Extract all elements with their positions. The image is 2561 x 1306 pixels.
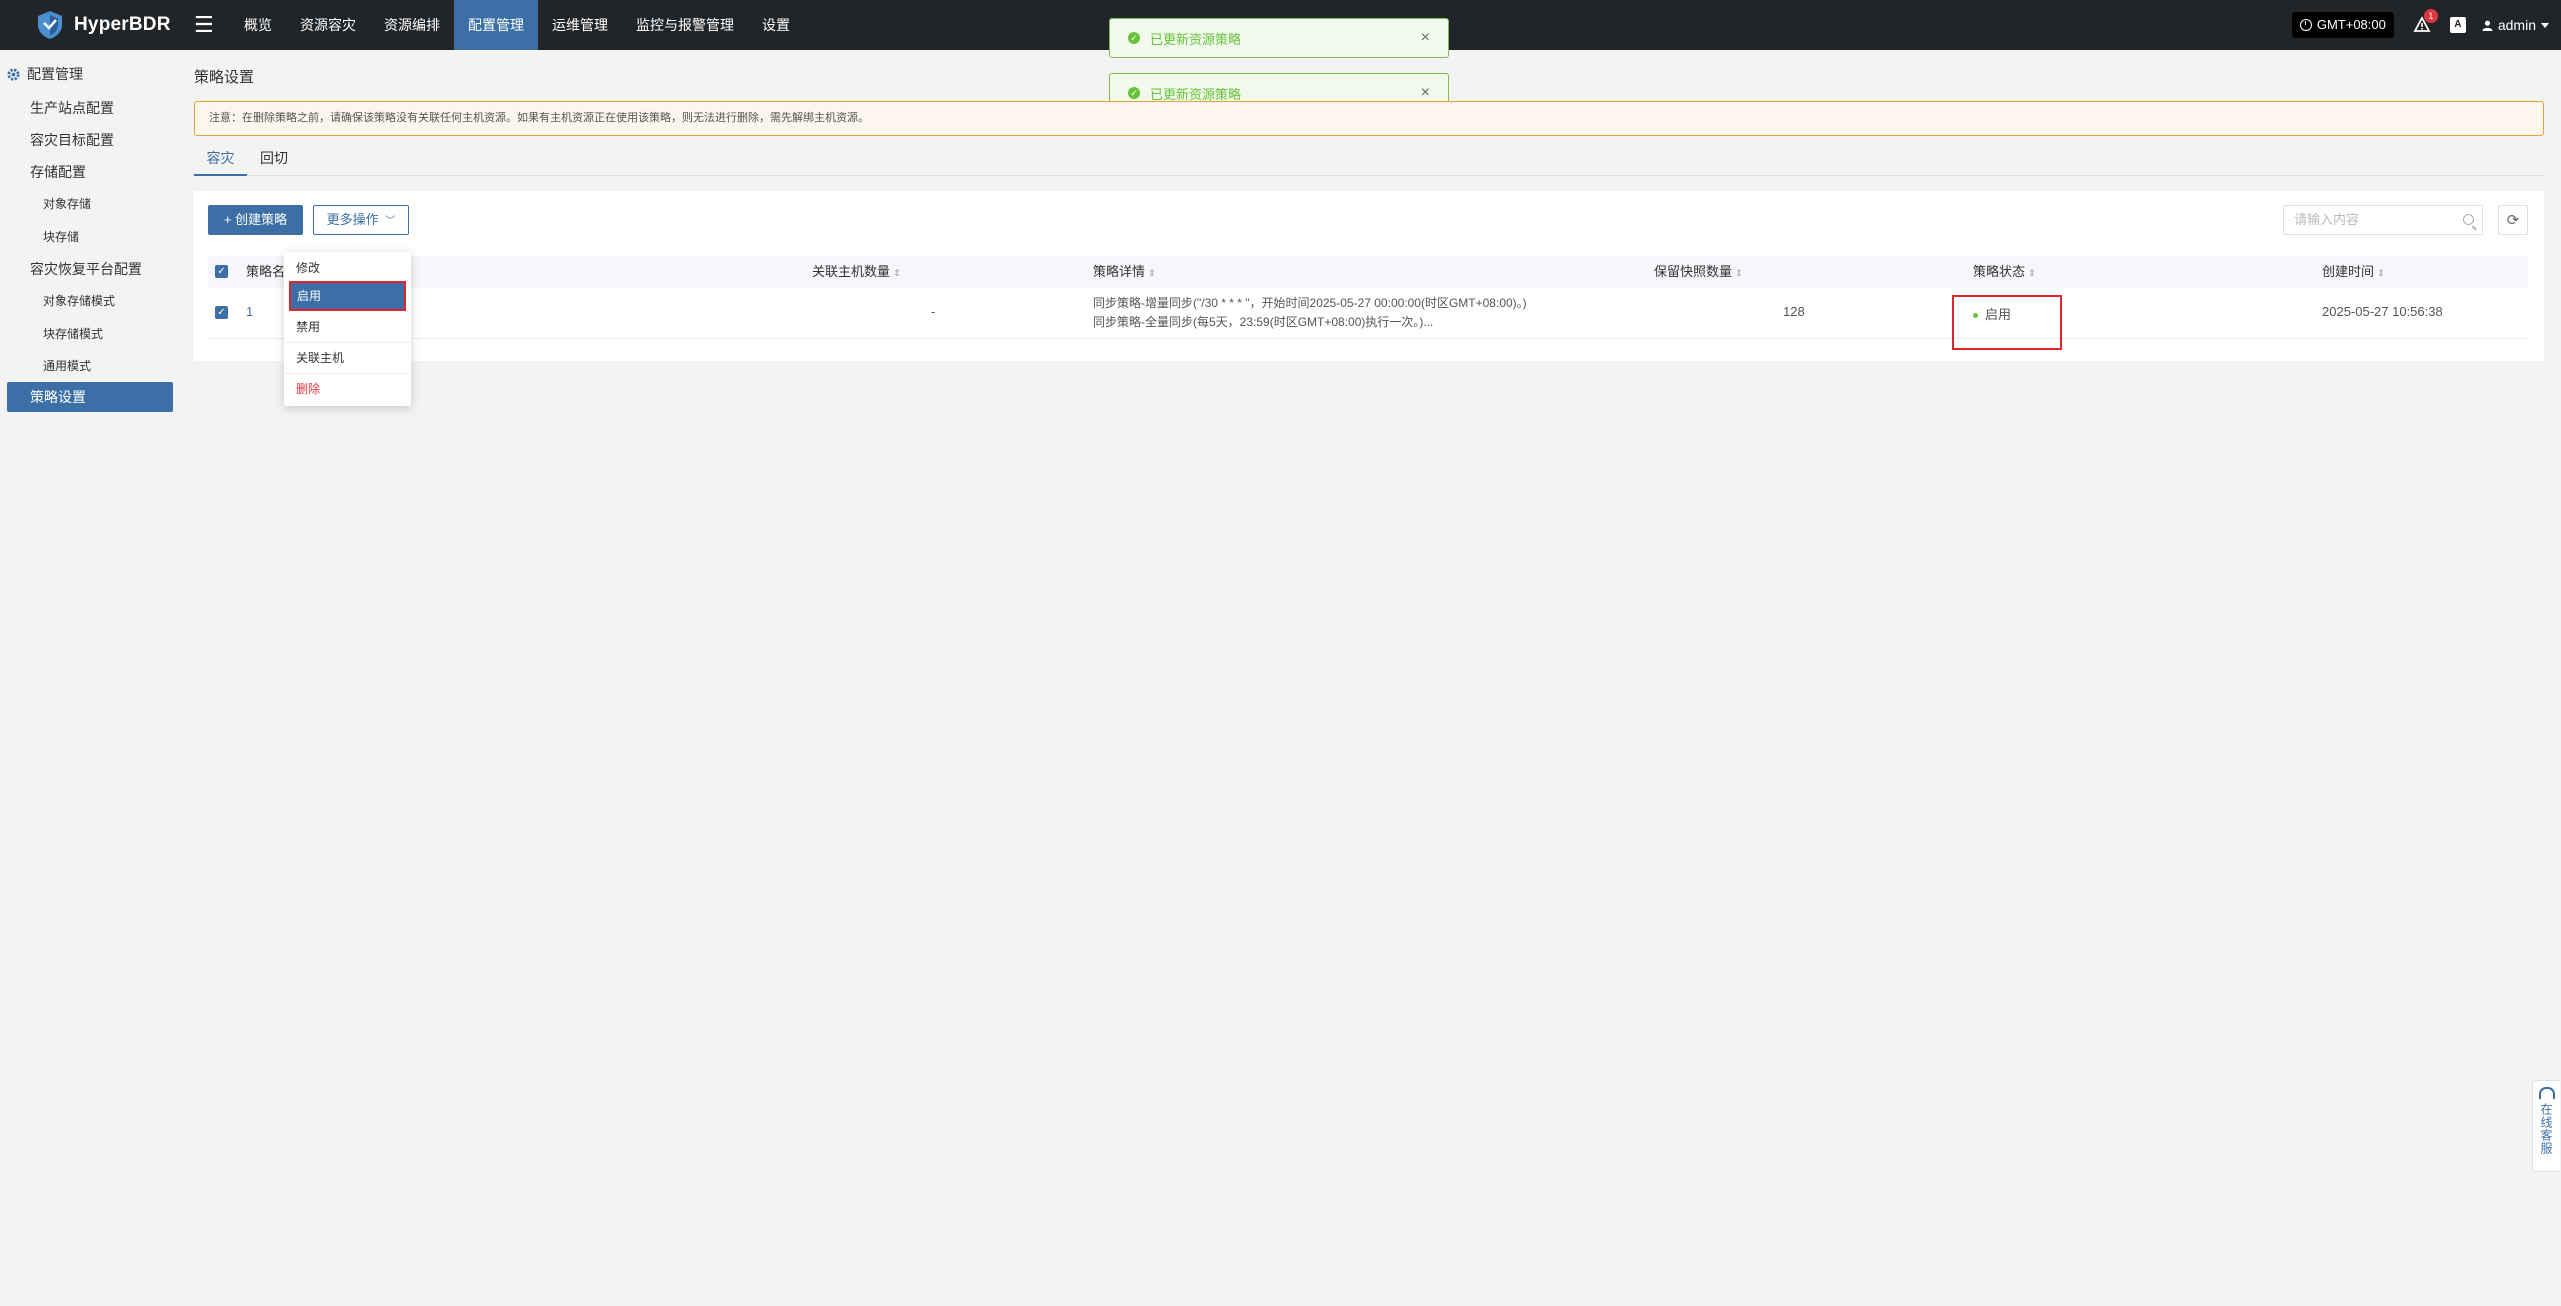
chevron-down-icon: ﹀ [385,216,396,227]
table-header: ✓ 策略名 关联主机数量 ⇕ 策略详情 ⇕ 保留快照数量 ⇕ 策略状态 ⇕ 创建时间 ⇕ [208,256,2528,288]
language-icon[interactable]: A [2449,17,2466,33]
nav-ops-management[interactable]: 运维管理 [538,0,622,50]
close-icon[interactable]: × [1421,29,1430,47]
more-actions-dropdown: 修改 启用 禁用 关联主机 删除 [284,252,411,406]
detail-line: 同步策略-增量同步("/30 * * * "，开始时间2025-05-27 00… [1093,296,1527,310]
create-policy-button[interactable]: + 创建策略 [208,205,303,235]
col-header-name[interactable]: 策略名 [246,256,285,288]
sidebar-item-generic-mode[interactable]: 通用模式 [43,357,91,374]
sort-icon: ⇕ [2377,268,2385,278]
hyperbdr-logo-icon [38,11,62,39]
brand-name: HyperBDR [74,14,171,35]
snapshot-count: 128 [1783,304,1805,319]
gear-icon [7,67,20,81]
search-icon [2463,214,2474,225]
page-title: 策略设置 [194,69,255,86]
policy-table-panel: + 创建策略 更多操作 ﹀ 请输入内容 ⟳ ✓ 策略名 关联主机数量 ⇕ 策略详情… [194,191,2544,361]
col-header-hosts[interactable]: 关联主机数量 ⇕ [812,256,901,288]
col-header-status[interactable]: 策略状态 ⇕ [1973,256,2036,288]
alerts-button[interactable]: 1 [2412,9,2438,35]
created-time: 2025-05-27 10:56:38 [2322,304,2443,319]
more-actions-button[interactable]: 更多操作 ﹀ [313,205,409,235]
sort-icon: ⇕ [2028,268,2036,278]
sidebar-title[interactable]: 配置管理 [6,64,83,84]
refresh-button[interactable]: ⟳ [2498,205,2528,235]
sidebar-item-policy-settings[interactable]: 策略设置 [7,382,173,412]
search-input[interactable]: 请输入内容 [2283,205,2483,235]
sidebar-item-production-site[interactable]: 生产站点配置 [30,98,114,118]
sort-icon: ⇕ [893,268,901,278]
policy-detail: 同步策略-增量同步("/30 * * * "，开始时间2025-05-27 00… [1093,294,1527,332]
table-row[interactable]: ✓ 1 - 同步策略-增量同步("/30 * * * "，开始时间2025-05… [208,288,2528,339]
top-right-tools: GMT+08:00 1 A admin [2291,0,2561,50]
sidebar-item-object-storage-mode[interactable]: 对象存储模式 [43,292,115,309]
menu-item-enable[interactable]: 启用 [289,281,406,311]
nav-monitoring-alerts[interactable]: 监控与报警管理 [622,0,748,50]
sidebar-title-label: 配置管理 [27,66,83,82]
menu-item-disable[interactable]: 禁用 [284,312,411,342]
col-header-detail[interactable]: 策略详情 ⇕ [1093,256,1156,288]
tab-bar: 容灾 回切 [194,148,2544,176]
sidebar-item-object-storage[interactable]: 对象存储 [43,195,91,212]
close-icon[interactable]: × [1421,84,1430,102]
sidebar-item-block-storage-mode[interactable]: 块存储模式 [43,325,103,342]
tab-failback[interactable]: 回切 [254,148,294,174]
nav-overview[interactable]: 概览 [230,0,286,50]
col-header-created[interactable]: 创建时间 ⇕ [2322,256,2385,288]
username: admin [2497,17,2536,33]
main-nav: 概览 资源容灾 资源编排 配置管理 运维管理 监控与报警管理 设置 [230,0,804,50]
timezone-label: GMT+08:00 [2316,17,2386,32]
timezone-badge[interactable]: GMT+08:00 [2291,12,2394,38]
search-placeholder: 请输入内容 [2294,212,2360,227]
menu-item-edit[interactable]: 修改 [284,253,411,283]
success-check-icon: ✓ [1128,32,1140,44]
sort-icon: ⇕ [1735,268,1743,278]
sidebar-item-storage-config[interactable]: 存储配置 [30,162,86,182]
nav-resource-orchestration[interactable]: 资源编排 [370,0,454,50]
status-highlight-box [1952,295,2062,350]
col-header-snapshots[interactable]: 保留快照数量 ⇕ [1654,256,1743,288]
row-checkbox[interactable]: ✓ [215,306,228,319]
detail-line: 同步策略-全量同步(每5天，23:59(时区GMT+08:00)执行一次。)..… [1093,315,1434,329]
clock-icon [2299,19,2312,31]
brand[interactable]: HyperBDR [34,10,171,40]
select-all-checkbox[interactable]: ✓ [215,265,228,278]
success-toast: ✓ 已更新资源策略 × [1109,18,1449,58]
online-service-button[interactable]: 在线客服 [2532,1080,2560,1172]
alert-count-badge: 1 [2423,9,2438,23]
refresh-icon: ⟳ [2506,212,2520,229]
toast-message: 已更新资源策略 [1150,31,1242,47]
success-check-icon: ✓ [1128,87,1140,99]
menu-item-associate-host[interactable]: 关联主机 [284,343,411,373]
sidebar-item-block-storage[interactable]: 块存储 [43,228,79,245]
sidebar-item-dr-target[interactable]: 容灾目标配置 [30,130,114,150]
menu-toggle-icon[interactable]: ☰ [194,11,214,39]
nav-config-management[interactable]: 配置管理 [454,0,538,50]
chevron-down-icon [2541,22,2549,28]
toast-message: 已更新资源策略 [1150,86,1242,102]
headset-icon [2538,1087,2555,1099]
warning-notice: 注意：在删除策略之前，请确保该策略没有关联任何主机资源。如果有主机资源正在使用该… [194,101,2544,136]
nav-settings[interactable]: 设置 [748,0,804,50]
user-menu[interactable]: admin [2482,17,2549,33]
online-service-label: 在线客服 [2539,1103,2553,1155]
tab-disaster-recovery[interactable]: 容灾 [194,148,247,176]
sidebar-item-dr-platform[interactable]: 容灾恢复平台配置 [30,259,142,279]
hosts-count: - [931,304,936,319]
policy-name-link[interactable]: 1 [246,304,253,319]
user-icon [2482,20,2493,31]
menu-item-delete[interactable]: 删除 [284,374,411,404]
more-actions-label: 更多操作 [326,212,379,227]
nav-resource-dr[interactable]: 资源容灾 [286,0,370,50]
sort-icon: ⇕ [1148,268,1156,278]
